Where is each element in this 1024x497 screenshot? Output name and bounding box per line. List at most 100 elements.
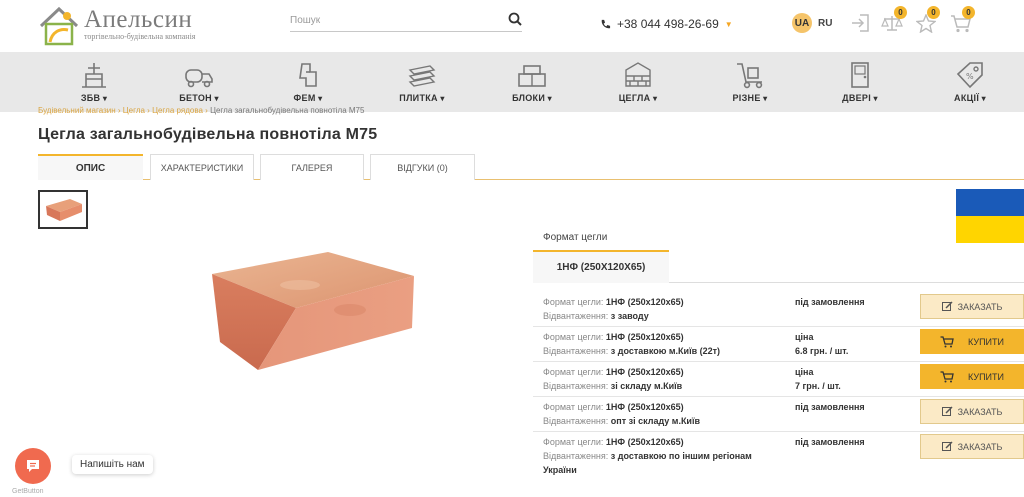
nav-item-dveri[interactable]: ДВЕРІ bbox=[810, 52, 910, 112]
offer-format-value: 1НФ (250х120х65) bbox=[605, 297, 684, 307]
order-button[interactable]: ЗАКАЗАТЬ bbox=[920, 399, 1024, 424]
nav-item-zbv[interactable]: ЗБВ bbox=[44, 52, 144, 112]
nav-item-bloky[interactable]: БЛОКИ bbox=[482, 52, 582, 112]
page: Апельсин торгівельно-будівельна компанія… bbox=[0, 0, 1024, 497]
offer-status: під замовлення bbox=[795, 400, 865, 414]
offer-format-value: 1НФ (250х120х65) bbox=[605, 367, 684, 377]
logo-name: Апельсин bbox=[84, 6, 193, 33]
offer-info: Формат цегли: 1НФ (250х120х65) Відвантаж… bbox=[543, 295, 783, 323]
flag-blue-stripe bbox=[956, 189, 1024, 216]
bricks-icon bbox=[625, 62, 651, 87]
product-tabs: ОПИС ХАРАКТЕРИСТИКИ ГАЛЕРЕЯ ВІДГУКИ (0) bbox=[38, 154, 1024, 180]
favorites-badge: 0 bbox=[927, 6, 940, 19]
buy-button[interactable]: КУПИТИ bbox=[920, 364, 1024, 389]
nav-item-fem[interactable]: ФЕМ bbox=[258, 52, 358, 112]
buy-button-label: КУПИТИ bbox=[968, 336, 1004, 347]
logo-house-icon bbox=[39, 6, 79, 46]
breadcrumb-links[interactable]: Будівельний магазин › Цегла › Цегла рядо… bbox=[38, 106, 208, 115]
offer-shipping-value: з доставкою м.Київ (22т) bbox=[610, 346, 721, 356]
offer-format-label: Формат цегли: bbox=[543, 297, 604, 307]
getbutton-brand[interactable]: GetButton bbox=[12, 488, 44, 495]
sale-tag-icon: % bbox=[956, 62, 983, 89]
offer-status-line1: під замовлення bbox=[795, 297, 865, 307]
nav-item-label: ПЛИТКА bbox=[372, 93, 472, 103]
language-switcher: UA RU bbox=[792, 13, 832, 33]
lang-ua[interactable]: UA bbox=[792, 13, 812, 33]
nav-item-beton[interactable]: БЕТОН bbox=[149, 52, 249, 112]
offer-status-line1: ціна bbox=[795, 332, 814, 342]
edit-icon bbox=[941, 441, 953, 451]
ukraine-flag bbox=[956, 189, 1024, 243]
category-nav: ЗБВ БЕТОН ФЕМ ПЛИТКА bbox=[0, 52, 1024, 112]
search-box bbox=[290, 10, 522, 32]
cart-badge: 0 bbox=[962, 6, 975, 19]
chat-bubble-icon bbox=[27, 460, 39, 472]
header-actions: 0 0 0 bbox=[848, 6, 988, 40]
door-icon bbox=[851, 62, 869, 88]
order-button-label: ЗАКАЗАТЬ bbox=[957, 441, 1003, 452]
nav-item-label: ДВЕРІ bbox=[810, 93, 910, 103]
offer-info: Формат цегли: 1НФ (250х120х65) Відвантаж… bbox=[543, 435, 783, 477]
order-button-label: ЗАКАЗАТЬ bbox=[957, 301, 1003, 312]
buy-button-label: КУПИТИ bbox=[968, 371, 1004, 382]
logo[interactable]: Апельсин торгівельно-будівельна компанія bbox=[38, 4, 198, 46]
format-option-selected[interactable]: 1НФ (250Х120Х65) bbox=[533, 250, 669, 283]
offer-row: Формат цегли: 1НФ (250х120х65) Відвантаж… bbox=[533, 327, 1024, 362]
offer-format-label: Формат цегли: bbox=[543, 367, 604, 377]
offer-shipping-value: з заводу bbox=[610, 311, 649, 321]
offer-format-label: Формат цегли: bbox=[543, 437, 604, 447]
search-input[interactable] bbox=[290, 10, 490, 31]
logo-subtitle: торгівельно-будівельна компанія bbox=[84, 32, 196, 41]
offer-price: 6.8 грн. / шт. bbox=[795, 346, 849, 356]
nav-item-label: БЛОКИ bbox=[482, 93, 582, 103]
offer-status: під замовлення bbox=[795, 295, 865, 309]
buy-button[interactable]: КУПИТИ bbox=[920, 329, 1024, 354]
breadcrumb-current: Цегла загальнобудівельна повнотіла М75 bbox=[210, 106, 365, 115]
nav-item-label: ЗБВ bbox=[44, 93, 144, 103]
mixer-truck-icon bbox=[185, 69, 213, 88]
offer-shipping-label: Відвантаження: bbox=[543, 451, 609, 461]
nav-item-label: ЦЕГЛА bbox=[588, 93, 688, 103]
offer-status: під замовлення bbox=[795, 435, 865, 449]
tiles-icon bbox=[408, 65, 436, 87]
lang-ru[interactable]: RU bbox=[818, 18, 832, 29]
nav-item-rizne[interactable]: РІЗНЕ bbox=[700, 52, 800, 112]
search-icon[interactable] bbox=[508, 12, 522, 26]
offers-list: Формат цегли: 1НФ (250х120х65) Відвантаж… bbox=[533, 292, 1024, 480]
chat-widget-label[interactable]: Напишіть нам bbox=[72, 455, 153, 474]
phone-number: +38 044 498-26-69 bbox=[617, 17, 719, 31]
order-button[interactable]: ЗАКАЗАТЬ bbox=[920, 294, 1024, 319]
offer-info: Формат цегли: 1НФ (250х120х65) Відвантаж… bbox=[543, 365, 783, 393]
nav-item-tsehla[interactable]: ЦЕГЛА bbox=[588, 52, 688, 112]
offer-format-value: 1НФ (250х120х65) bbox=[605, 437, 684, 447]
offer-format-label: Формат цегли: bbox=[543, 402, 604, 412]
tab-specifications[interactable]: ХАРАКТЕРИСТИКИ bbox=[150, 154, 254, 180]
phone-contact[interactable]: +38 044 498-26-69 ▼ bbox=[600, 17, 733, 31]
nav-item-aktsii[interactable]: % АКЦІЇ bbox=[920, 52, 1020, 112]
nav-item-plytka[interactable]: ПЛИТКА bbox=[372, 52, 472, 112]
offer-format-label: Формат цегли: bbox=[543, 332, 604, 342]
offer-shipping-label: Відвантаження: bbox=[543, 346, 609, 356]
cart-icon bbox=[940, 370, 954, 382]
offer-status: ціна 7 грн. / шт. bbox=[795, 365, 841, 393]
offer-price: 7 грн. / шт. bbox=[795, 381, 841, 391]
paving-icon bbox=[299, 63, 317, 87]
offer-format-value: 1НФ (250х120х65) bbox=[605, 332, 684, 342]
format-tabs: 1НФ (250Х120Х65) bbox=[533, 250, 1024, 283]
offer-row: Формат цегли: 1НФ (250х120х65) Відвантаж… bbox=[533, 292, 1024, 327]
login-icon[interactable] bbox=[850, 14, 870, 32]
order-button[interactable]: ЗАКАЗАТЬ bbox=[920, 434, 1024, 459]
offer-shipping-value: опт зі складу м.Київ bbox=[610, 416, 701, 426]
tab-reviews[interactable]: ВІДГУКИ (0) bbox=[370, 154, 475, 180]
offer-format-value: 1НФ (250х120х65) bbox=[605, 402, 684, 412]
offer-info: Формат цегли: 1НФ (250х120х65) Відвантаж… bbox=[543, 330, 783, 358]
offer-row: Формат цегли: 1НФ (250х120х65) Відвантаж… bbox=[533, 362, 1024, 397]
nav-item-label: АКЦІЇ bbox=[920, 93, 1020, 103]
chat-widget-button[interactable] bbox=[15, 448, 51, 484]
offer-info: Формат цегли: 1НФ (250х120х65) Відвантаж… bbox=[543, 400, 783, 428]
tab-description[interactable]: ОПИС bbox=[38, 154, 143, 180]
phone-icon bbox=[601, 19, 611, 28]
offer-status: ціна 6.8 грн. / шт. bbox=[795, 330, 848, 358]
tab-gallery[interactable]: ГАЛЕРЕЯ bbox=[260, 154, 364, 180]
gallery-thumbnail[interactable] bbox=[38, 190, 88, 229]
